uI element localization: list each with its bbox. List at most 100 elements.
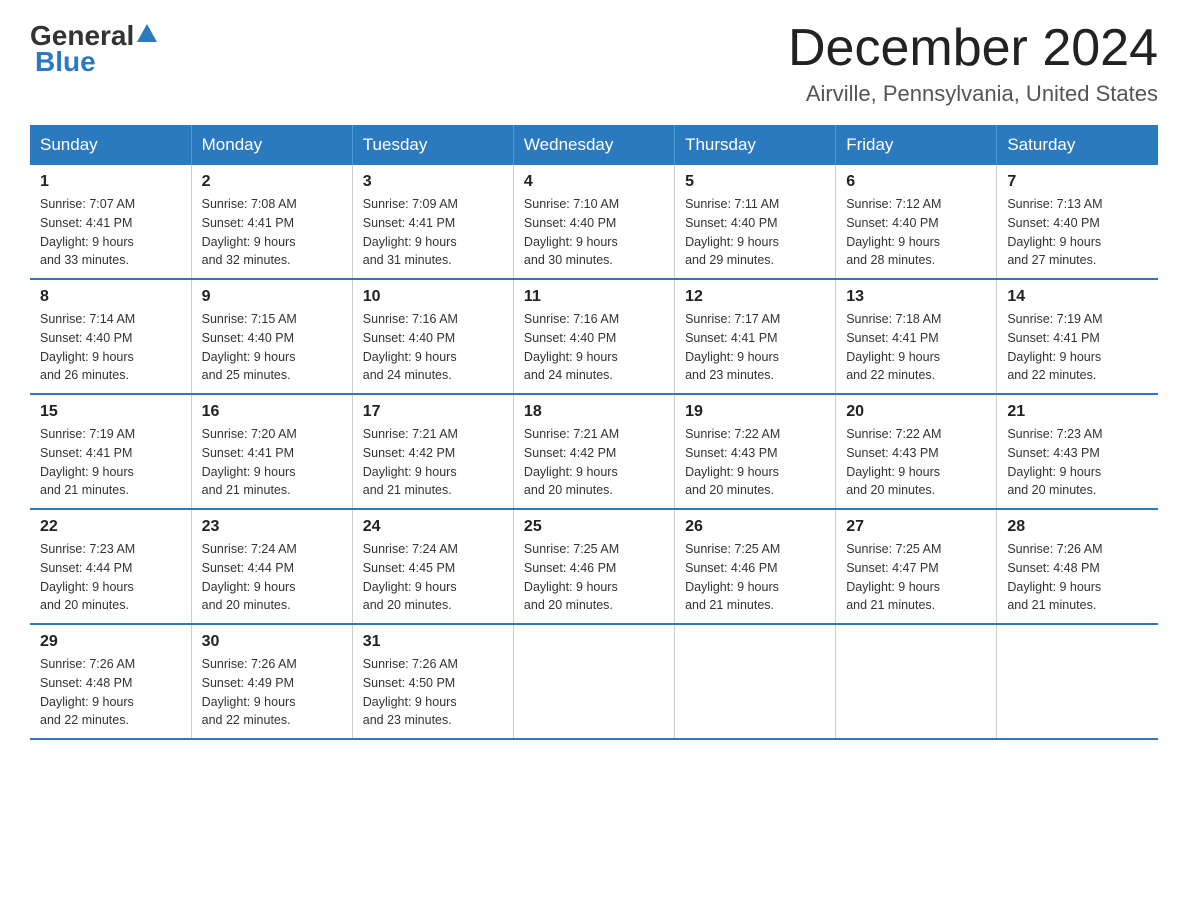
day-info: Sunrise: 7:15 AMSunset: 4:40 PMDaylight:… <box>202 310 342 385</box>
day-number: 14 <box>1007 288 1148 306</box>
calendar-week-row: 15 Sunrise: 7:19 AMSunset: 4:41 PMDayligh… <box>30 394 1158 509</box>
logo: General Blue <box>30 20 160 78</box>
calendar-cell: 11 Sunrise: 7:16 AMSunset: 4:40 PMDayligh… <box>513 279 674 394</box>
day-number: 18 <box>524 403 664 421</box>
calendar-cell: 22Sunrise: 7:23 AMSunset: 4:44 PMDayligh… <box>30 509 191 624</box>
day-number: 13 <box>846 288 986 306</box>
col-header-tuesday: Tuesday <box>352 125 513 165</box>
day-number: 28 <box>1007 518 1148 536</box>
day-info: Sunrise: 7:21 AMSunset: 4:42 PMDaylight:… <box>363 425 503 500</box>
calendar-cell: 8Sunrise: 7:14 AMSunset: 4:40 PMDaylight… <box>30 279 191 394</box>
calendar-cell <box>675 624 836 739</box>
calendar-cell: 13 Sunrise: 7:18 AMSunset: 4:41 PMDayligh… <box>836 279 997 394</box>
day-number: 12 <box>685 288 825 306</box>
logo-blue-text: Blue <box>35 46 96 78</box>
day-info: Sunrise: 7:26 AMSunset: 4:49 PMDaylight:… <box>202 655 342 730</box>
col-header-saturday: Saturday <box>997 125 1158 165</box>
day-number: 9 <box>202 288 342 306</box>
calendar-cell: 25 Sunrise: 7:25 AMSunset: 4:46 PMDayligh… <box>513 509 674 624</box>
calendar-cell: 14 Sunrise: 7:19 AMSunset: 4:41 PMDayligh… <box>997 279 1158 394</box>
calendar-cell: 30 Sunrise: 7:26 AMSunset: 4:49 PMDayligh… <box>191 624 352 739</box>
col-header-wednesday: Wednesday <box>513 125 674 165</box>
day-info: Sunrise: 7:23 AMSunset: 4:44 PMDaylight:… <box>40 540 181 615</box>
day-number: 7 <box>1007 173 1148 191</box>
day-info: Sunrise: 7:08 AMSunset: 4:41 PMDaylight:… <box>202 195 342 270</box>
day-number: 29 <box>40 633 181 651</box>
day-number: 8 <box>40 288 181 306</box>
calendar-cell: 28 Sunrise: 7:26 AMSunset: 4:48 PMDayligh… <box>997 509 1158 624</box>
day-number: 24 <box>363 518 503 536</box>
day-number: 31 <box>363 633 503 651</box>
calendar-cell: 17 Sunrise: 7:21 AMSunset: 4:42 PMDayligh… <box>352 394 513 509</box>
day-info: Sunrise: 7:23 AMSunset: 4:43 PMDaylight:… <box>1007 425 1148 500</box>
calendar-cell <box>836 624 997 739</box>
day-info: Sunrise: 7:25 AMSunset: 4:46 PMDaylight:… <box>524 540 664 615</box>
day-number: 1 <box>40 173 181 191</box>
day-info: Sunrise: 7:24 AMSunset: 4:45 PMDaylight:… <box>363 540 503 615</box>
calendar-cell: 19Sunrise: 7:22 AMSunset: 4:43 PMDayligh… <box>675 394 836 509</box>
day-info: Sunrise: 7:20 AMSunset: 4:41 PMDaylight:… <box>202 425 342 500</box>
day-info: Sunrise: 7:25 AMSunset: 4:46 PMDaylight:… <box>685 540 825 615</box>
day-info: Sunrise: 7:22 AMSunset: 4:43 PMDaylight:… <box>846 425 986 500</box>
day-number: 17 <box>363 403 503 421</box>
calendar-cell: 7Sunrise: 7:13 AMSunset: 4:40 PMDaylight… <box>997 165 1158 279</box>
day-number: 23 <box>202 518 342 536</box>
day-number: 3 <box>363 173 503 191</box>
calendar-cell: 31 Sunrise: 7:26 AMSunset: 4:50 PMDayligh… <box>352 624 513 739</box>
title-section: December 2024 Airville, Pennsylvania, Un… <box>788 20 1158 107</box>
calendar-cell: 29 Sunrise: 7:26 AMSunset: 4:48 PMDayligh… <box>30 624 191 739</box>
day-info: Sunrise: 7:25 AMSunset: 4:47 PMDaylight:… <box>846 540 986 615</box>
page-header: General Blue December 2024 Airville, Pen… <box>30 20 1158 107</box>
day-info: Sunrise: 7:26 AMSunset: 4:48 PMDaylight:… <box>40 655 181 730</box>
calendar-header-row: SundayMondayTuesdayWednesdayThursdayFrid… <box>30 125 1158 165</box>
col-header-sunday: Sunday <box>30 125 191 165</box>
day-number: 21 <box>1007 403 1148 421</box>
day-number: 30 <box>202 633 342 651</box>
calendar-cell <box>997 624 1158 739</box>
calendar-cell: 9 Sunrise: 7:15 AMSunset: 4:40 PMDaylight… <box>191 279 352 394</box>
day-number: 10 <box>363 288 503 306</box>
month-title: December 2024 <box>788 20 1158 77</box>
day-info: Sunrise: 7:11 AMSunset: 4:40 PMDaylight:… <box>685 195 825 270</box>
day-info: Sunrise: 7:19 AMSunset: 4:41 PMDaylight:… <box>1007 310 1148 385</box>
day-number: 26 <box>685 518 825 536</box>
day-info: Sunrise: 7:12 AMSunset: 4:40 PMDaylight:… <box>846 195 986 270</box>
location: Airville, Pennsylvania, United States <box>788 81 1158 107</box>
day-info: Sunrise: 7:09 AMSunset: 4:41 PMDaylight:… <box>363 195 503 270</box>
day-info: Sunrise: 7:19 AMSunset: 4:41 PMDaylight:… <box>40 425 181 500</box>
calendar-week-row: 29 Sunrise: 7:26 AMSunset: 4:48 PMDayligh… <box>30 624 1158 739</box>
calendar-cell: 12 Sunrise: 7:17 AMSunset: 4:41 PMDayligh… <box>675 279 836 394</box>
day-number: 27 <box>846 518 986 536</box>
calendar-cell: 5Sunrise: 7:11 AMSunset: 4:40 PMDaylight… <box>675 165 836 279</box>
calendar-cell <box>513 624 674 739</box>
day-info: Sunrise: 7:22 AMSunset: 4:43 PMDaylight:… <box>685 425 825 500</box>
day-number: 11 <box>524 288 664 306</box>
calendar-week-row: 8Sunrise: 7:14 AMSunset: 4:40 PMDaylight… <box>30 279 1158 394</box>
day-info: Sunrise: 7:17 AMSunset: 4:41 PMDaylight:… <box>685 310 825 385</box>
day-info: Sunrise: 7:26 AMSunset: 4:50 PMDaylight:… <box>363 655 503 730</box>
day-info: Sunrise: 7:18 AMSunset: 4:41 PMDaylight:… <box>846 310 986 385</box>
calendar-cell: 2 Sunrise: 7:08 AMSunset: 4:41 PMDaylight… <box>191 165 352 279</box>
calendar-cell: 16 Sunrise: 7:20 AMSunset: 4:41 PMDayligh… <box>191 394 352 509</box>
day-info: Sunrise: 7:07 AMSunset: 4:41 PMDaylight:… <box>40 195 181 270</box>
day-number: 16 <box>202 403 342 421</box>
calendar-cell: 20Sunrise: 7:22 AMSunset: 4:43 PMDayligh… <box>836 394 997 509</box>
calendar-cell: 27 Sunrise: 7:25 AMSunset: 4:47 PMDayligh… <box>836 509 997 624</box>
day-number: 15 <box>40 403 181 421</box>
day-number: 4 <box>524 173 664 191</box>
calendar-cell: 4 Sunrise: 7:10 AMSunset: 4:40 PMDaylight… <box>513 165 674 279</box>
day-number: 2 <box>202 173 342 191</box>
calendar-week-row: 22Sunrise: 7:23 AMSunset: 4:44 PMDayligh… <box>30 509 1158 624</box>
calendar-cell: 21 Sunrise: 7:23 AMSunset: 4:43 PMDayligh… <box>997 394 1158 509</box>
calendar-cell: 26 Sunrise: 7:25 AMSunset: 4:46 PMDayligh… <box>675 509 836 624</box>
calendar-cell: 3 Sunrise: 7:09 AMSunset: 4:41 PMDaylight… <box>352 165 513 279</box>
day-info: Sunrise: 7:26 AMSunset: 4:48 PMDaylight:… <box>1007 540 1148 615</box>
day-info: Sunrise: 7:10 AMSunset: 4:40 PMDaylight:… <box>524 195 664 270</box>
calendar-cell: 18Sunrise: 7:21 AMSunset: 4:42 PMDayligh… <box>513 394 674 509</box>
day-number: 25 <box>524 518 664 536</box>
calendar-table: SundayMondayTuesdayWednesdayThursdayFrid… <box>30 125 1158 740</box>
day-info: Sunrise: 7:16 AMSunset: 4:40 PMDaylight:… <box>524 310 664 385</box>
day-info: Sunrise: 7:24 AMSunset: 4:44 PMDaylight:… <box>202 540 342 615</box>
calendar-week-row: 1 Sunrise: 7:07 AMSunset: 4:41 PMDaylight… <box>30 165 1158 279</box>
calendar-cell: 10Sunrise: 7:16 AMSunset: 4:40 PMDayligh… <box>352 279 513 394</box>
